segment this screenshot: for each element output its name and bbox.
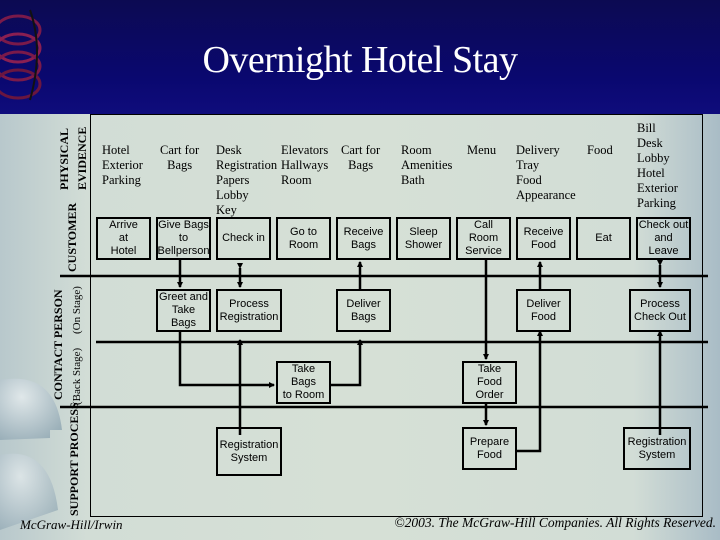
customer-action-arrive[interactable]: Arrive at Hotel [96,217,151,260]
customer-action-give-bags[interactable]: Give Bags to Bellperson [156,217,211,260]
physical-evidence-7: Menu [467,143,497,157]
physical-evidence-10: Bill Desk Lobby Hotel Exterior Parking [637,121,678,210]
support-action-prepare-food[interactable]: Prepare Food [462,427,517,470]
arrow-take-bags-to-deliver [330,339,363,387]
onstage-action-greet[interactable]: Greet and Take Bags [156,289,211,332]
physical-evidence-3: Desk Registration Papers Lobby Key [216,143,278,217]
footer-copyright: ©2003. The McGraw-Hill Companies. All Ri… [394,515,716,530]
onstage-action-process-registration[interactable]: Process Registration [216,289,282,332]
onstage-action-deliver-bags[interactable]: Deliver Bags [336,289,391,332]
customer-action-call-room-service[interactable]: Call Room Service [456,217,511,260]
arrow-prepare-to-deliver-food [516,330,543,453]
backstage-action-take-bags[interactable]: Take Bags to Room [276,361,331,404]
backstage-action-take-food-order[interactable]: Take Food Order [462,361,517,404]
physical-evidence-6: Room Amenities Bath [401,143,453,187]
physical-evidence-1: Hotel Exterior Parking [102,143,143,187]
customer-action-receive-food[interactable]: Receive Food [516,217,571,260]
customer-action-sleep[interactable]: Sleep Shower [396,217,451,260]
footer-publisher: McGraw-Hill/Irwin [20,517,123,532]
support-action-registration-system-2[interactable]: Registration System [623,427,691,470]
blueprint-diagram [60,114,708,517]
physical-evidence-2: Cart for Bags [160,143,200,172]
physical-evidence-9: Food [587,143,613,157]
onstage-action-deliver-food[interactable]: Deliver Food [516,289,571,332]
customer-action-go-to-room[interactable]: Go to Room [276,217,331,260]
customer-action-check-in[interactable]: Check in [216,217,271,260]
physical-evidence-5: Cart for Bags [341,143,381,172]
customer-action-eat[interactable]: Eat [576,217,631,260]
onstage-action-process-check-out[interactable]: Process Check Out [629,289,691,332]
physical-evidence-8: Delivery Tray Food Appearance [516,143,576,202]
customer-action-check-out[interactable]: Check out and Leave [636,217,691,260]
physical-evidence-4: Elevators Hallways Room [281,143,329,187]
support-action-registration-system-1[interactable]: Registration System [216,427,282,476]
customer-action-receive-bags[interactable]: Receive Bags [336,217,391,260]
arrow-greet-to-take-bags [178,332,275,388]
